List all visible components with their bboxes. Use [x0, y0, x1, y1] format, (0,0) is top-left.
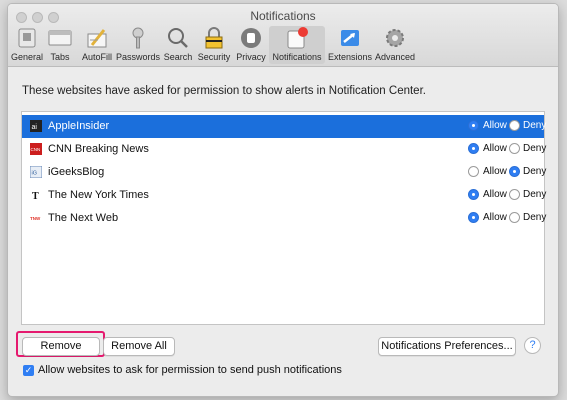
svg-text:iG: iG: [32, 171, 38, 177]
window-title: Notifications: [250, 9, 316, 23]
autofill-pencil-icon: [87, 29, 107, 48]
tab-general-label: General: [10, 52, 44, 62]
svg-text:TNW: TNW: [30, 216, 41, 221]
gear-icon: [386, 29, 404, 47]
tab-security-label: Security: [197, 52, 231, 62]
allow-radio[interactable]: [468, 166, 479, 177]
deny-label: Deny: [523, 120, 547, 131]
svg-text:ai: ai: [32, 124, 38, 131]
site-name: The Next Web: [48, 212, 119, 224]
site-name: The New York Times: [48, 189, 149, 201]
svg-text:T: T: [32, 191, 39, 201]
titlebar: Notifications General Tabs AutoFill Pass…: [8, 4, 558, 67]
tab-privacy[interactable]: Privacy: [234, 26, 268, 64]
allow-label: Allow: [483, 143, 507, 154]
key-icon: [132, 27, 144, 49]
list-item[interactable]: TNW The Next Web Allow Deny: [22, 207, 547, 230]
site-name: CNN Breaking News: [48, 143, 149, 155]
tab-passwords-label: Passwords: [116, 52, 161, 62]
allow-radio[interactable]: [468, 212, 479, 223]
nytimes-favicon-icon: T: [30, 189, 42, 201]
allow-push-checkbox[interactable]: ✓: [23, 365, 34, 376]
deny-radio[interactable]: [509, 166, 520, 177]
deny-label: Deny: [523, 143, 547, 154]
tab-notifications-label: Notifications: [272, 52, 322, 62]
notifications-preferences-button[interactable]: Notifications Preferences...: [378, 337, 516, 356]
thenextweb-favicon-icon: TNW: [30, 212, 42, 224]
tab-tabs-label: Tabs: [50, 52, 70, 62]
allow-radio[interactable]: [468, 189, 479, 200]
allow-label: Allow: [483, 120, 507, 131]
remove-all-button[interactable]: Remove All: [103, 337, 175, 356]
igeeksblog-favicon-icon: iG: [30, 166, 42, 178]
tabs-window-icon: [48, 30, 72, 46]
site-name: iGeeksBlog: [48, 166, 105, 178]
allow-label: Allow: [483, 212, 507, 223]
tab-advanced[interactable]: Advanced: [374, 26, 416, 64]
deny-label: Deny: [523, 212, 547, 223]
tab-security[interactable]: Security: [195, 26, 233, 64]
help-button[interactable]: ?: [524, 337, 541, 354]
tab-autofill-label: AutoFill: [81, 52, 112, 62]
tab-extensions-label: Extensions: [327, 52, 373, 62]
deny-radio[interactable]: [509, 143, 520, 154]
appleinsider-favicon-icon: ai: [30, 120, 42, 132]
svg-text:CNN: CNN: [31, 147, 41, 152]
deny-label: Deny: [523, 189, 547, 200]
list-item[interactable]: ai AppleInsider Allow Deny: [22, 115, 547, 138]
cnn-favicon-icon: CNN: [30, 143, 42, 155]
tab-privacy-label: Privacy: [236, 52, 266, 62]
list-item[interactable]: T The New York Times Allow Deny: [22, 184, 547, 207]
allow-push-label: Allow websites to ask for permission to …: [38, 364, 342, 376]
list-item[interactable]: iG iGeeksBlog Allow Deny: [22, 161, 547, 184]
tab-search-label: Search: [163, 52, 193, 62]
remove-button[interactable]: Remove: [22, 337, 100, 356]
website-list[interactable]: ai AppleInsider Allow Deny CNN CNN Break…: [21, 111, 547, 325]
site-name: AppleInsider: [48, 120, 110, 132]
deny-radio[interactable]: [509, 189, 520, 200]
allow-radio[interactable]: [468, 143, 479, 154]
general-switch-icon: [18, 28, 36, 48]
deny-label: Deny: [523, 166, 547, 177]
tab-search[interactable]: Search: [162, 26, 194, 64]
notifications-pane: These websites have asked for permission…: [8, 67, 558, 396]
deny-radio[interactable]: [509, 120, 520, 131]
safari-preferences-window: Notifications General Tabs AutoFill Pass…: [7, 3, 559, 397]
allow-radio[interactable]: [468, 120, 479, 131]
tab-advanced-label: Advanced: [374, 52, 416, 62]
hand-privacy-icon: [241, 28, 261, 48]
deny-radio[interactable]: [509, 212, 520, 223]
tab-passwords[interactable]: Passwords: [116, 26, 160, 64]
tab-general[interactable]: General: [10, 26, 44, 64]
tab-tabs[interactable]: Tabs: [45, 26, 75, 64]
intro-text: These websites have asked for permission…: [22, 85, 426, 97]
tab-extensions[interactable]: Extensions: [326, 26, 374, 64]
allow-label: Allow: [483, 189, 507, 200]
tab-autofill[interactable]: AutoFill: [78, 26, 116, 64]
notification-badge-icon: [287, 27, 308, 49]
puzzle-arrow-icon: [341, 30, 359, 46]
allow-label: Allow: [483, 166, 507, 177]
list-item[interactable]: CNN CNN Breaking News Allow Deny: [22, 138, 547, 161]
tab-notifications[interactable]: Notifications: [269, 26, 325, 64]
padlock-icon: [205, 27, 223, 49]
magnifier-icon: [168, 28, 188, 48]
